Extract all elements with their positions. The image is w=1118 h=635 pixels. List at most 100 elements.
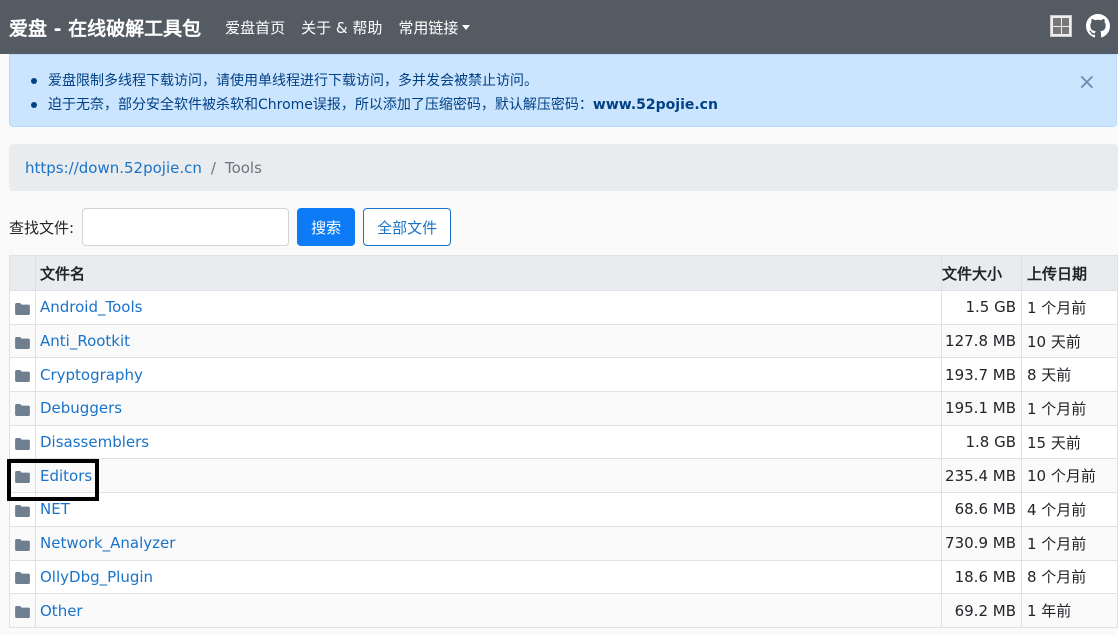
folder-link[interactable]: Disassemblers (40, 433, 149, 451)
folder-icon-cell (9, 323, 36, 359)
notice-alert: 爱盘限制多线程下载访问，请使用单线程进行下载访问，多并发会被禁止访问。 迫于无奈… (9, 54, 1117, 127)
file-name-cell: Debuggers (35, 391, 942, 426)
search-form: 查找文件: 搜索 全部文件 (9, 208, 459, 246)
table-row[interactable]: Other 69.2 MB 1 年前 (9, 593, 1118, 628)
table-row[interactable]: Disassemblers 1.8 GB 15 天前 (9, 424, 1118, 460)
upload-date-cell: 1 个月前 (1021, 525, 1118, 561)
folder-link[interactable]: NET (40, 500, 70, 518)
file-size-cell: 1.5 GB (941, 290, 1022, 325)
table-row[interactable]: Android_Tools 1.5 GB 1 个月前 (9, 290, 1118, 325)
file-name-cell: Disassemblers (35, 424, 942, 460)
folder-icon-cell (9, 357, 36, 393)
file-name-cell: Android_Tools (35, 290, 942, 325)
folder-icon-cell (9, 391, 36, 426)
file-size-cell: 195.1 MB (941, 391, 1022, 426)
upload-date-cell: 1 个月前 (1021, 290, 1118, 325)
folder-icon-cell (9, 424, 36, 460)
site-brand[interactable]: 爱盘 - 在线破解工具包 (9, 14, 201, 41)
password-text: www.52pojie.cn (592, 97, 718, 113)
close-icon[interactable]: × (1078, 72, 1096, 94)
file-name-cell: NET (35, 492, 942, 527)
nav-dropdown-common-links[interactable]: 常用链接 (398, 17, 471, 38)
upload-date-cell: 10 天前 (1021, 323, 1118, 359)
table-row[interactable]: Anti_Rootkit 127.8 MB 10 天前 (9, 323, 1118, 359)
folder-icon (10, 504, 35, 517)
table-row[interactable]: Editors 235.4 MB 10 个月前 (9, 458, 1118, 494)
table-header-row: 文件名 文件大小 上传日期 (9, 255, 1118, 291)
upload-date-cell: 10 个月前 (1021, 458, 1118, 494)
file-name-cell: Other (35, 593, 942, 628)
file-size-cell: 127.8 MB (941, 323, 1022, 359)
all-files-button[interactable]: 全部文件 (363, 208, 452, 246)
header-filename[interactable]: 文件名 (35, 255, 942, 291)
upload-date-cell: 4 个月前 (1021, 492, 1118, 527)
folder-icon (10, 336, 35, 349)
header-icon-cell (9, 255, 36, 291)
file-name-cell: Anti_Rootkit (35, 323, 942, 359)
file-name-cell: Editors (35, 458, 942, 494)
folder-link[interactable]: Editors (40, 467, 92, 485)
folder-link[interactable]: Network_Analyzer (40, 534, 175, 552)
table-row[interactable]: OllyDbg_Plugin 18.6 MB 8 个月前 (9, 559, 1118, 595)
table-row[interactable]: NET 68.6 MB 4 个月前 (9, 492, 1118, 527)
folder-icon (10, 538, 35, 551)
breadcrumb-separator: / (210, 158, 216, 177)
folder-link[interactable]: Debuggers (40, 399, 122, 417)
folder-link[interactable]: Cryptography (40, 366, 143, 384)
header-upload-date[interactable]: 上传日期 (1021, 255, 1118, 291)
folder-icon-cell (9, 290, 36, 325)
github-icon[interactable] (1086, 14, 1110, 38)
folder-link[interactable]: Android_Tools (40, 298, 142, 316)
nav-link-about-help[interactable]: 关于 & 帮助 (301, 17, 382, 38)
upload-date-cell: 8 个月前 (1021, 559, 1118, 595)
upload-date-cell: 1 年前 (1021, 593, 1118, 628)
upload-date-cell: 1 个月前 (1021, 391, 1118, 426)
folder-icon-cell (9, 492, 36, 527)
folder-icon (10, 606, 35, 619)
notice-list: 爱盘限制多线程下载访问，请使用单线程进行下载访问，多并发会被禁止访问。 迫于无奈… (28, 69, 718, 117)
file-table: 文件名 文件大小 上传日期 Android_Tools 1.5 GB 1 个月前 An… (9, 255, 1118, 628)
breadcrumb-current: Tools (224, 158, 262, 177)
folder-icon (10, 471, 35, 484)
file-size-cell: 1.8 GB (941, 424, 1022, 460)
nav-dropdown-label: 常用链接 (398, 18, 459, 37)
folder-icon (10, 437, 35, 450)
folder-icon (10, 370, 35, 383)
folder-icon (10, 302, 35, 315)
folder-link[interactable]: OllyDbg_Plugin (40, 568, 153, 586)
folder-icon-cell (9, 593, 36, 628)
breadcrumb-root-link[interactable]: https://down.52pojie.cn (25, 159, 202, 177)
search-input[interactable] (82, 208, 290, 246)
table-row[interactable]: Cryptography 193.7 MB 8 天前 (9, 357, 1118, 393)
caret-down-icon (462, 24, 471, 30)
file-size-cell: 68.6 MB (941, 492, 1022, 527)
top-navbar: 爱盘 - 在线破解工具包 爱盘首页 关于 & 帮助 常用链接 (0, 0, 1118, 54)
file-size-cell: 18.6 MB (941, 559, 1022, 595)
file-size-cell: 730.9 MB (941, 525, 1022, 561)
search-label: 查找文件: (9, 218, 75, 237)
folder-link[interactable]: Anti_Rootkit (40, 332, 130, 350)
upload-date-cell: 15 天前 (1021, 424, 1118, 460)
folder-link[interactable]: Other (40, 602, 83, 620)
notice-item: 迫于无奈，部分安全软件被杀软和Chrome误报，所以添加了压缩密码，默认解压密码… (28, 93, 718, 117)
upload-date-cell: 8 天前 (1021, 357, 1118, 393)
header-filesize[interactable]: 文件大小 (941, 255, 1022, 291)
nav-link-home[interactable]: 爱盘首页 (225, 17, 285, 38)
folder-icon-cell (9, 458, 36, 494)
folder-icon (10, 403, 35, 416)
file-size-cell: 193.7 MB (941, 357, 1022, 393)
nav-icons (1050, 14, 1110, 38)
folder-icon-cell (9, 559, 36, 595)
file-name-cell: OllyDbg_Plugin (35, 559, 942, 595)
file-name-cell: Network_Analyzer (35, 525, 942, 561)
folder-icon (10, 572, 35, 585)
search-button[interactable]: 搜索 (297, 208, 356, 246)
file-size-cell: 235.4 MB (941, 458, 1022, 494)
folder-icon-cell (9, 525, 36, 561)
table-row[interactable]: Network_Analyzer 730.9 MB 1 个月前 (9, 525, 1118, 561)
breadcrumb: https://down.52pojie.cn / Tools (9, 144, 1118, 191)
file-size-cell: 69.2 MB (941, 593, 1022, 628)
qr-code-icon[interactable] (1050, 15, 1072, 37)
file-name-cell: Cryptography (35, 357, 942, 393)
table-row[interactable]: Debuggers 195.1 MB 1 个月前 (9, 391, 1118, 426)
